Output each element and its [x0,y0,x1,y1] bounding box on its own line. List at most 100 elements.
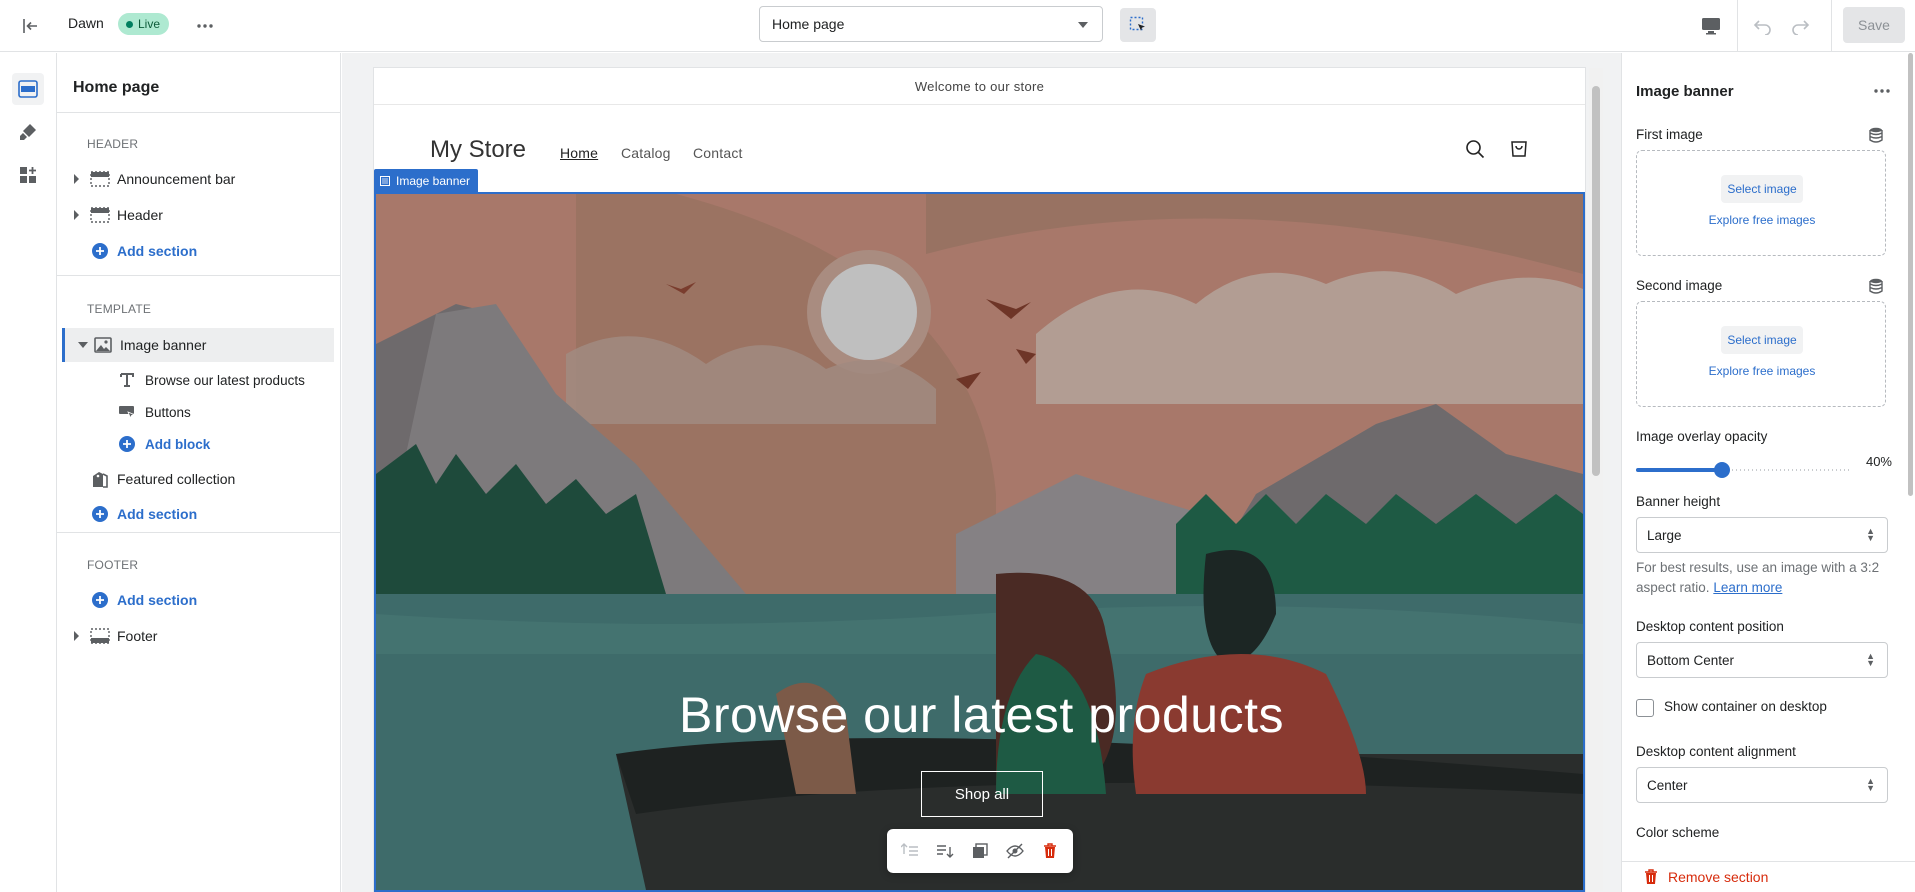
explore-free-images-link[interactable]: Explore free images [1637,364,1887,378]
sidebar-item-image-banner[interactable]: Image banner [62,328,334,362]
divider [57,275,340,276]
first-image-dropzone[interactable]: Select image Explore free images [1636,150,1886,256]
preview-scrollbar[interactable] [1589,68,1603,891]
sidebar-item-label: Header [117,207,163,223]
theme-settings-icon[interactable] [12,116,44,148]
sidebar-block-buttons[interactable]: Buttons [57,395,329,429]
banner-height-select[interactable]: Large ▲ ▼ [1636,517,1888,553]
remove-section-label: Remove section [1668,869,1769,885]
content-alignment-label: Desktop content alignment [1636,744,1796,759]
nav-contact-link[interactable]: Contact [693,145,743,161]
remove-section-button[interactable]: Remove section [1644,869,1768,885]
hide-icon[interactable] [1001,837,1029,865]
select-arrows-icon: ▲ ▼ [1866,526,1875,543]
inspector-toggle-icon[interactable] [1120,8,1156,42]
sidebar-item-label: Footer [117,628,158,644]
save-button[interactable]: Save [1843,7,1905,43]
add-section-button[interactable]: Add section [57,583,329,617]
undo-icon[interactable] [1749,12,1777,40]
collapse-arrow-icon[interactable] [78,342,88,348]
move-down-icon[interactable] [931,837,959,865]
learn-more-link[interactable]: Learn more [1713,580,1782,595]
apps-icon[interactable] [12,159,44,191]
sidebar-item-label: Browse our latest products [145,372,305,388]
sidebar-item-label: Buttons [145,404,191,420]
more-actions-icon[interactable] [1870,79,1894,103]
section-toolbar [887,829,1073,873]
redo-icon[interactable] [1786,12,1814,40]
desktop-view-icon[interactable] [1697,12,1725,40]
collection-icon [90,469,110,489]
image-banner-section[interactable]: Browse our latest products Shop all [374,192,1585,892]
status-badge-label: Live [138,17,161,31]
more-actions-icon[interactable] [193,14,217,38]
sections-icon[interactable] [12,73,44,105]
sidebar-item-announcement-bar[interactable]: Announcement bar [57,162,329,196]
chevron-down-icon [1078,22,1088,28]
shop-all-button[interactable]: Shop all [921,771,1043,817]
show-container-checkbox[interactable] [1636,699,1654,717]
add-section-label: Add section [117,243,198,259]
page-selector[interactable]: Home page [759,6,1103,42]
expand-arrow-icon[interactable] [74,631,79,641]
nav-catalog-link[interactable]: Catalog [621,145,671,161]
select-image-button[interactable]: Select image [1721,326,1803,354]
section-footer-icon [90,626,110,646]
settings-title: Image banner [1636,83,1734,100]
divider [57,532,340,533]
expand-arrow-icon[interactable] [74,210,79,220]
dynamic-source-icon[interactable] [1866,277,1886,295]
add-block-button[interactable]: Add block [57,427,329,461]
store-header[interactable]: My Store Home Catalog Contact [374,105,1585,192]
banner-heading[interactable]: Browse our latest products [376,686,1583,744]
store-preview: Welcome to our store My Store Home Catal… [374,68,1585,892]
slider-handle[interactable] [1714,462,1731,478]
delete-icon [1645,869,1657,884]
overlay-opacity-value: 40% [1865,454,1892,469]
banner-height-value: Large [1647,527,1682,543]
select-arrows-icon: ▲ ▼ [1866,651,1875,668]
status-dot-icon [126,20,133,28]
sidebar-block-heading[interactable]: Browse our latest products [57,363,329,397]
add-section-button[interactable]: Add section [57,497,329,531]
expand-arrow-icon[interactable] [74,174,79,184]
show-container-label[interactable]: Show container on desktop [1664,699,1827,714]
theme-name: Dawn [68,15,104,31]
slider-fill [1636,468,1723,472]
cart-icon[interactable] [1505,135,1533,163]
delete-icon[interactable] [1036,837,1064,865]
settings-scrollbar[interactable] [1905,53,1915,892]
explore-free-images-link[interactable]: Explore free images [1637,213,1887,227]
duplicate-icon[interactable] [966,837,994,865]
top-bar: Dawn Live Home page Save [0,0,1915,52]
group-template-label: TEMPLATE [87,302,152,316]
dynamic-source-icon[interactable] [1866,126,1886,144]
sidebar-item-header[interactable]: Header [57,198,329,232]
second-image-dropzone[interactable]: Select image Explore free images [1636,301,1886,407]
search-icon[interactable] [1461,135,1489,163]
sidebar-item-featured-collection[interactable]: Featured collection [57,462,329,496]
add-section-label: Add section [117,506,198,522]
scrollbar-thumb[interactable] [1908,53,1913,496]
sidebar-item-label: Featured collection [117,471,236,487]
scrollbar-thumb[interactable] [1592,86,1600,476]
overlay-opacity-slider[interactable] [1636,462,1852,478]
add-section-button[interactable]: Add section [57,234,329,268]
sidebar-item-label: Announcement bar [117,171,236,187]
store-name[interactable]: My Store [430,136,526,164]
section-header-icon [90,205,110,225]
exit-icon[interactable] [16,12,44,40]
plus-circle-icon [117,434,137,454]
status-badge: Live [118,13,170,35]
content-position-select[interactable]: Bottom Center ▲ ▼ [1636,642,1888,678]
content-alignment-select[interactable]: Center ▲ ▼ [1636,767,1888,803]
sidebar-item-footer[interactable]: Footer [57,619,329,653]
add-section-label: Add section [117,592,198,608]
settings-footer: Remove section [1622,861,1915,892]
section-tag[interactable]: Image banner [374,169,479,192]
move-up-icon[interactable] [896,837,924,865]
announcement-bar[interactable]: Welcome to our store [374,68,1585,105]
nav-home-link[interactable]: Home [560,145,598,161]
select-image-button[interactable]: Select image [1721,175,1803,203]
content-position-value: Bottom Center [1647,652,1735,668]
